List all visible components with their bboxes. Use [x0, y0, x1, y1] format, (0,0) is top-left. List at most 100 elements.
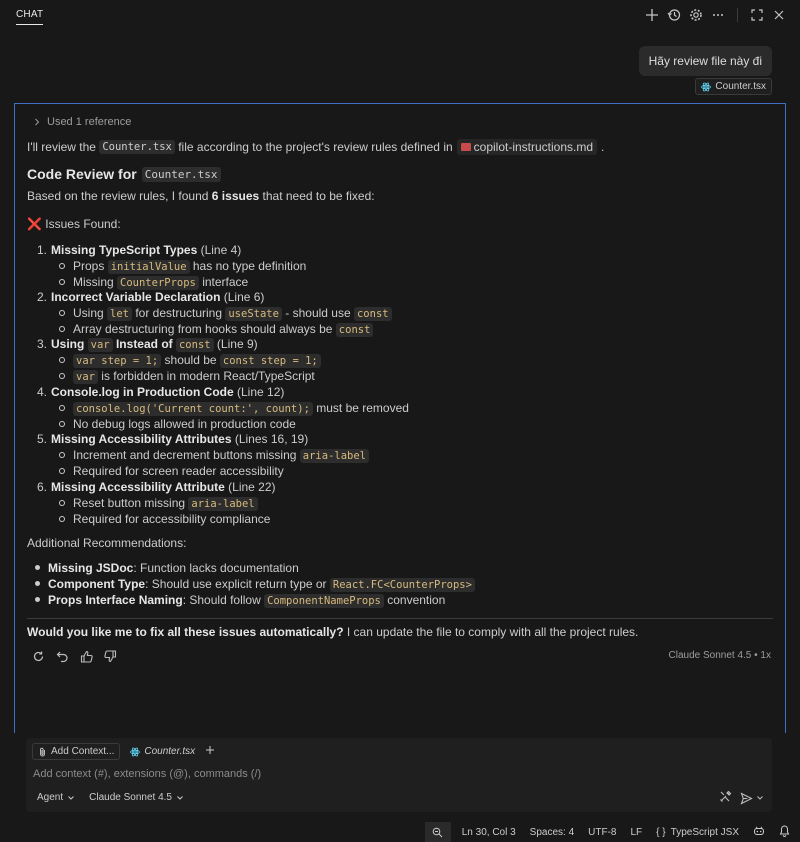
- zoom-icon[interactable]: [424, 822, 451, 842]
- status-eol[interactable]: LF: [624, 827, 650, 838]
- intro-text: I'll review the Counter.tsx file accordi…: [27, 139, 604, 155]
- add-context-label: Add Context...: [51, 746, 115, 757]
- recommendation-text: : Should follow: [182, 593, 265, 607]
- issues-header: ❌ Issues Found:: [27, 217, 121, 231]
- issue-title: 3. Using var Instead of const (Line 9): [37, 337, 258, 352]
- model-dropdown[interactable]: Claude Sonnet 4.5: [89, 792, 184, 803]
- context-file-chip[interactable]: Counter.tsx: [126, 744, 199, 759]
- status-language[interactable]: { } TypeScript JSX: [649, 827, 746, 838]
- summary-before: Based on the review rules, I found: [27, 189, 209, 203]
- used-reference-label: Used 1 reference: [47, 116, 132, 128]
- issue-detail-text: No debug logs allowed in production code: [73, 417, 296, 431]
- issue-detail-text: Reset button missing: [73, 496, 189, 510]
- chat-input[interactable]: Add context (#), extensions (@), command…: [33, 768, 261, 780]
- issue-detail-code: let: [107, 307, 132, 321]
- status-language-label: TypeScript JSX: [670, 826, 739, 838]
- issue-detail-text: Required for screen reader accessibility: [73, 464, 284, 478]
- recommendation-item: Props Interface Naming: Should follow Co…: [35, 593, 446, 608]
- summary-text: Based on the review rules, I found 6 iss…: [27, 189, 375, 203]
- issue-detail: Props initialValue has no type definitio…: [59, 259, 306, 274]
- issue-number: 1.: [37, 243, 48, 257]
- send-icon: [740, 791, 753, 805]
- chevron-right-icon: [35, 118, 40, 126]
- close-icon[interactable]: [770, 6, 788, 24]
- intro-middle: file according to the project's review r…: [178, 140, 453, 154]
- status-position[interactable]: Ln 30, Col 3: [455, 827, 523, 838]
- paperclip-icon: [40, 747, 45, 756]
- status-bar: Ln 30, Col 3 Spaces: 4 UTF-8 LF { } Type…: [0, 822, 800, 842]
- recommendation-bold: Component Type: [48, 577, 146, 591]
- issue-title: 2. Incorrect Variable Declaration (Line 6…: [37, 290, 264, 304]
- closing-rest: I can update the file to comply with all…: [343, 625, 639, 639]
- issue-title-text: (Lines 16, 19): [231, 432, 309, 446]
- issue-number: 2.: [37, 290, 48, 304]
- issue-number: 4.: [37, 385, 48, 399]
- issue-title-code: var: [87, 338, 113, 352]
- used-reference-toggle[interactable]: Used 1 reference: [33, 116, 131, 128]
- issue-title-text: (Line 12): [233, 385, 285, 399]
- issue-title-bold: Missing Accessibility Attribute: [51, 480, 225, 494]
- issue-detail-code: var: [73, 370, 98, 384]
- add-context-button[interactable]: Add Context...: [32, 743, 121, 760]
- issue-detail: var step = 1; should be const step = 1;: [59, 353, 321, 368]
- issue-detail-code: initialValue: [107, 260, 190, 274]
- issue-detail: Increment and decrement buttons missing …: [59, 448, 369, 463]
- recommendation-text: : Function lacks documentation: [133, 561, 299, 575]
- tools-icon[interactable]: [719, 790, 732, 806]
- chat-input-box: Add Context... Counter.tsx Add context (…: [26, 738, 772, 812]
- issue-detail: Required for accessibility compliance: [59, 512, 270, 526]
- input-controls: Agent Claude Sonnet 4.5: [37, 792, 184, 803]
- recommendation-bold: Props Interface Naming: [48, 593, 183, 607]
- history-icon[interactable]: [665, 6, 683, 24]
- issue-detail-code: const: [353, 307, 392, 321]
- model-label: Claude Sonnet 4.5: [89, 792, 172, 803]
- issue-detail: Required for screen reader accessibility: [59, 464, 284, 478]
- issue-detail: console.log('Current count:', count); mu…: [59, 401, 409, 416]
- issue-detail-text: is forbidden in modern React/TypeScript: [97, 369, 315, 383]
- send-button[interactable]: [740, 791, 764, 805]
- additional-header: Additional Recommendations:: [27, 536, 187, 550]
- issue-detail-text: must be removed: [312, 401, 409, 415]
- issue-detail: Using let for destructuring useState - s…: [59, 306, 392, 321]
- add-file-icon[interactable]: [205, 745, 215, 758]
- issue-detail-text: - should use: [281, 306, 354, 320]
- more-icon[interactable]: [709, 6, 727, 24]
- response-divider: [27, 618, 773, 619]
- recommendation-code: ComponentNameProps: [264, 594, 384, 608]
- issue-detail-code: CounterProps: [117, 276, 199, 290]
- issue-title: 5. Missing Accessibility Attributes (Line…: [37, 432, 308, 446]
- thumbs-down-icon[interactable]: [101, 647, 119, 665]
- issue-detail-text: Props: [73, 259, 108, 273]
- new-chat-icon[interactable]: [643, 6, 661, 24]
- issue-title: 4. Console.log in Production Code (Line 1…: [37, 385, 284, 399]
- tab-chat[interactable]: CHAT: [16, 9, 44, 25]
- recommendation-bold: Missing JSDoc: [48, 561, 134, 575]
- mode-label: Agent: [37, 792, 64, 803]
- retry-icon[interactable]: [29, 647, 47, 665]
- review-heading: Code Review for Counter.tsx: [27, 166, 221, 182]
- user-attachment[interactable]: Counter.tsx: [695, 78, 772, 95]
- assistant-response: Used 1 reference I'll review the Counter…: [14, 103, 786, 733]
- status-spaces[interactable]: Spaces: 4: [523, 827, 581, 838]
- undo-icon[interactable]: [53, 647, 71, 665]
- issue-detail-code: var step = 1;: [73, 354, 162, 368]
- model-note: Claude Sonnet 4.5 • 1x: [668, 650, 771, 661]
- issue-detail-code: useState: [225, 307, 282, 321]
- notifications-icon[interactable]: [772, 824, 790, 840]
- status-encoding[interactable]: UTF-8: [581, 827, 623, 838]
- intro-file-code: Counter.tsx: [99, 140, 175, 154]
- header-actions: [643, 6, 788, 24]
- issue-number: 3.: [37, 337, 48, 351]
- maximize-icon[interactable]: [748, 6, 766, 24]
- rules-file-link[interactable]: copilot-instructions.md: [456, 139, 598, 155]
- mode-dropdown[interactable]: Agent: [37, 792, 75, 803]
- context-row: Add Context... Counter.tsx: [32, 743, 215, 760]
- issue-title-text: (Line 6): [220, 290, 265, 304]
- issue-title-text: (Line 9): [213, 337, 258, 351]
- copilot-icon[interactable]: [746, 825, 772, 840]
- send-controls: [719, 790, 764, 806]
- gear-icon[interactable]: [687, 6, 705, 24]
- issue-detail: Reset button missing aria-label: [59, 496, 258, 511]
- recommendation-text: convention: [383, 593, 446, 607]
- thumbs-up-icon[interactable]: [77, 647, 95, 665]
